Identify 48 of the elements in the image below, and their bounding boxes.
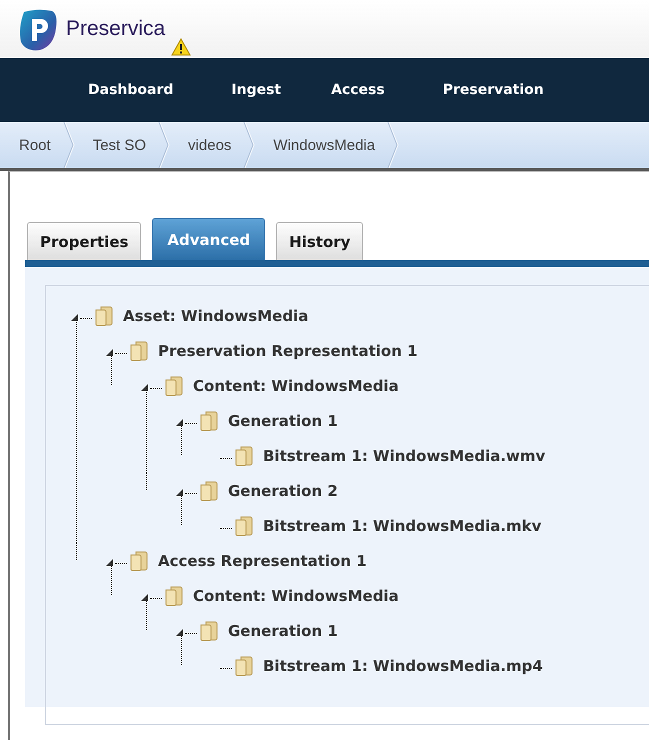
breadcrumb-link[interactable]: WindowsMedia — [255, 136, 388, 154]
tree-node-label[interactable]: Content: WindowsMedia — [193, 586, 399, 604]
folder-icon — [95, 306, 113, 326]
tree-node-label[interactable]: Bitstream 1: WindowsMedia.mp4 — [263, 656, 543, 674]
folder-icon — [235, 446, 253, 466]
breadcrumb-separator — [243, 122, 256, 168]
folder-icon — [165, 376, 183, 396]
expanded-triangle-icon[interactable] — [140, 593, 149, 602]
folder-icon — [200, 620, 218, 640]
tree-node-label[interactable]: Bitstream 1: WindowsMedia.mkv — [263, 516, 542, 534]
tree-node-label[interactable]: Asset: WindowsMedia — [123, 306, 308, 324]
warning-icon[interactable] — [171, 38, 192, 56]
folder-icon — [235, 656, 253, 676]
breadcrumb-separator — [158, 122, 170, 168]
nav-link[interactable]: Ingest — [231, 82, 282, 98]
breadcrumb-link[interactable]: Test SO — [74, 136, 158, 154]
product-name: Preservica — [66, 17, 166, 41]
tree-node-label[interactable]: Preservation Representation 1 — [158, 342, 418, 360]
nav-link[interactable]: Access — [331, 82, 385, 98]
tab[interactable]: History — [276, 222, 364, 260]
tree-node-label[interactable]: Content: WindowsMedia — [193, 376, 399, 394]
breadcrumb-separator — [62, 122, 75, 168]
breadcrumb-link[interactable]: Root — [0, 136, 63, 154]
folder-icon — [200, 480, 218, 500]
expanded-triangle-icon[interactable] — [70, 313, 79, 322]
nav-link[interactable]: Dashboard — [88, 82, 174, 98]
expanded-triangle-icon[interactable] — [105, 558, 114, 567]
expanded-triangle-icon[interactable] — [175, 488, 184, 497]
tree-node-label[interactable]: Access Representation 1 — [158, 552, 367, 570]
tab[interactable]: Properties — [27, 222, 142, 260]
nav-link[interactable]: Preservation — [442, 82, 544, 98]
breadcrumb-link[interactable]: videos — [170, 136, 244, 154]
folder-icon — [130, 550, 148, 570]
logo-icon — [18, 8, 58, 52]
tree-node-label[interactable]: Generation 1 — [228, 622, 338, 640]
expanded-triangle-icon[interactable] — [140, 383, 149, 392]
breadcrumb-separator — [387, 122, 400, 168]
folder-icon — [130, 340, 148, 360]
tab[interactable]: Advanced — [152, 218, 266, 260]
expanded-triangle-icon[interactable] — [105, 348, 114, 357]
expanded-triangle-icon[interactable] — [175, 628, 184, 637]
tree-node-label[interactable]: Generation 2 — [228, 482, 338, 500]
expanded-triangle-icon[interactable] — [175, 418, 184, 427]
folder-icon — [200, 410, 218, 430]
folder-icon — [235, 516, 253, 536]
tree-node-label[interactable]: Generation 1 — [228, 412, 338, 430]
tree-node-label[interactable]: Bitstream 1: WindowsMedia.wmv — [263, 446, 546, 464]
folder-icon — [165, 586, 183, 606]
